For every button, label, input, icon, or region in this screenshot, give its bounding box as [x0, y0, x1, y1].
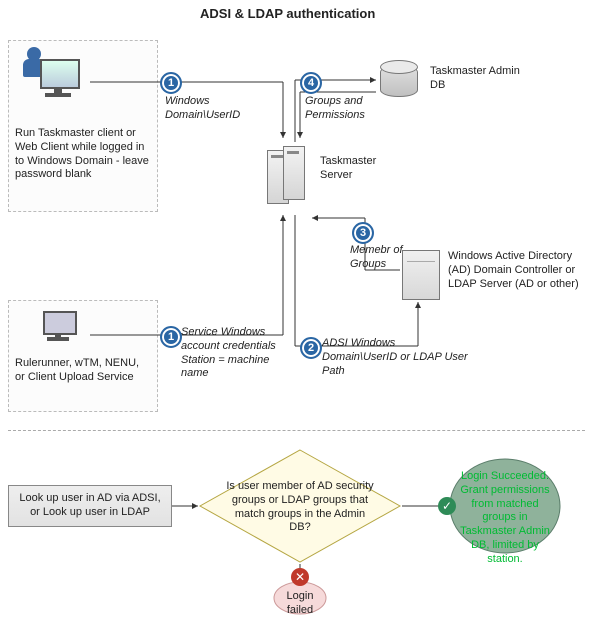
decision-text: Is user member of AD security groups or … — [225, 480, 375, 535]
success-text: Login Succeeded. Grant permissions from … — [458, 470, 552, 566]
fail-icon: ✕ — [291, 568, 309, 586]
flow-arrows — [0, 0, 593, 440]
step-1b-badge: 1 — [160, 326, 182, 348]
lookup-box: Look up user in AD via ADSI, or Look up … — [8, 485, 172, 527]
step-4-badge: 4 — [300, 72, 322, 94]
step-2-text: ADSI Windows Domain\UserID or LDAP User … — [322, 337, 472, 378]
fail-text: Login failed — [282, 590, 318, 618]
step-1b-text: Service Windows account credentials Stat… — [181, 326, 291, 381]
step-3-badge: 3 — [352, 222, 374, 244]
step-1-text: Windows Domain\UserID — [165, 95, 250, 123]
step-4-text: Groups and Permissions — [305, 95, 377, 123]
success-icon: ✓ — [438, 497, 456, 515]
step-3-text: Memebr of Groups — [350, 244, 410, 272]
step-1-badge: 1 — [160, 72, 182, 94]
step-2-badge: 2 — [300, 337, 322, 359]
